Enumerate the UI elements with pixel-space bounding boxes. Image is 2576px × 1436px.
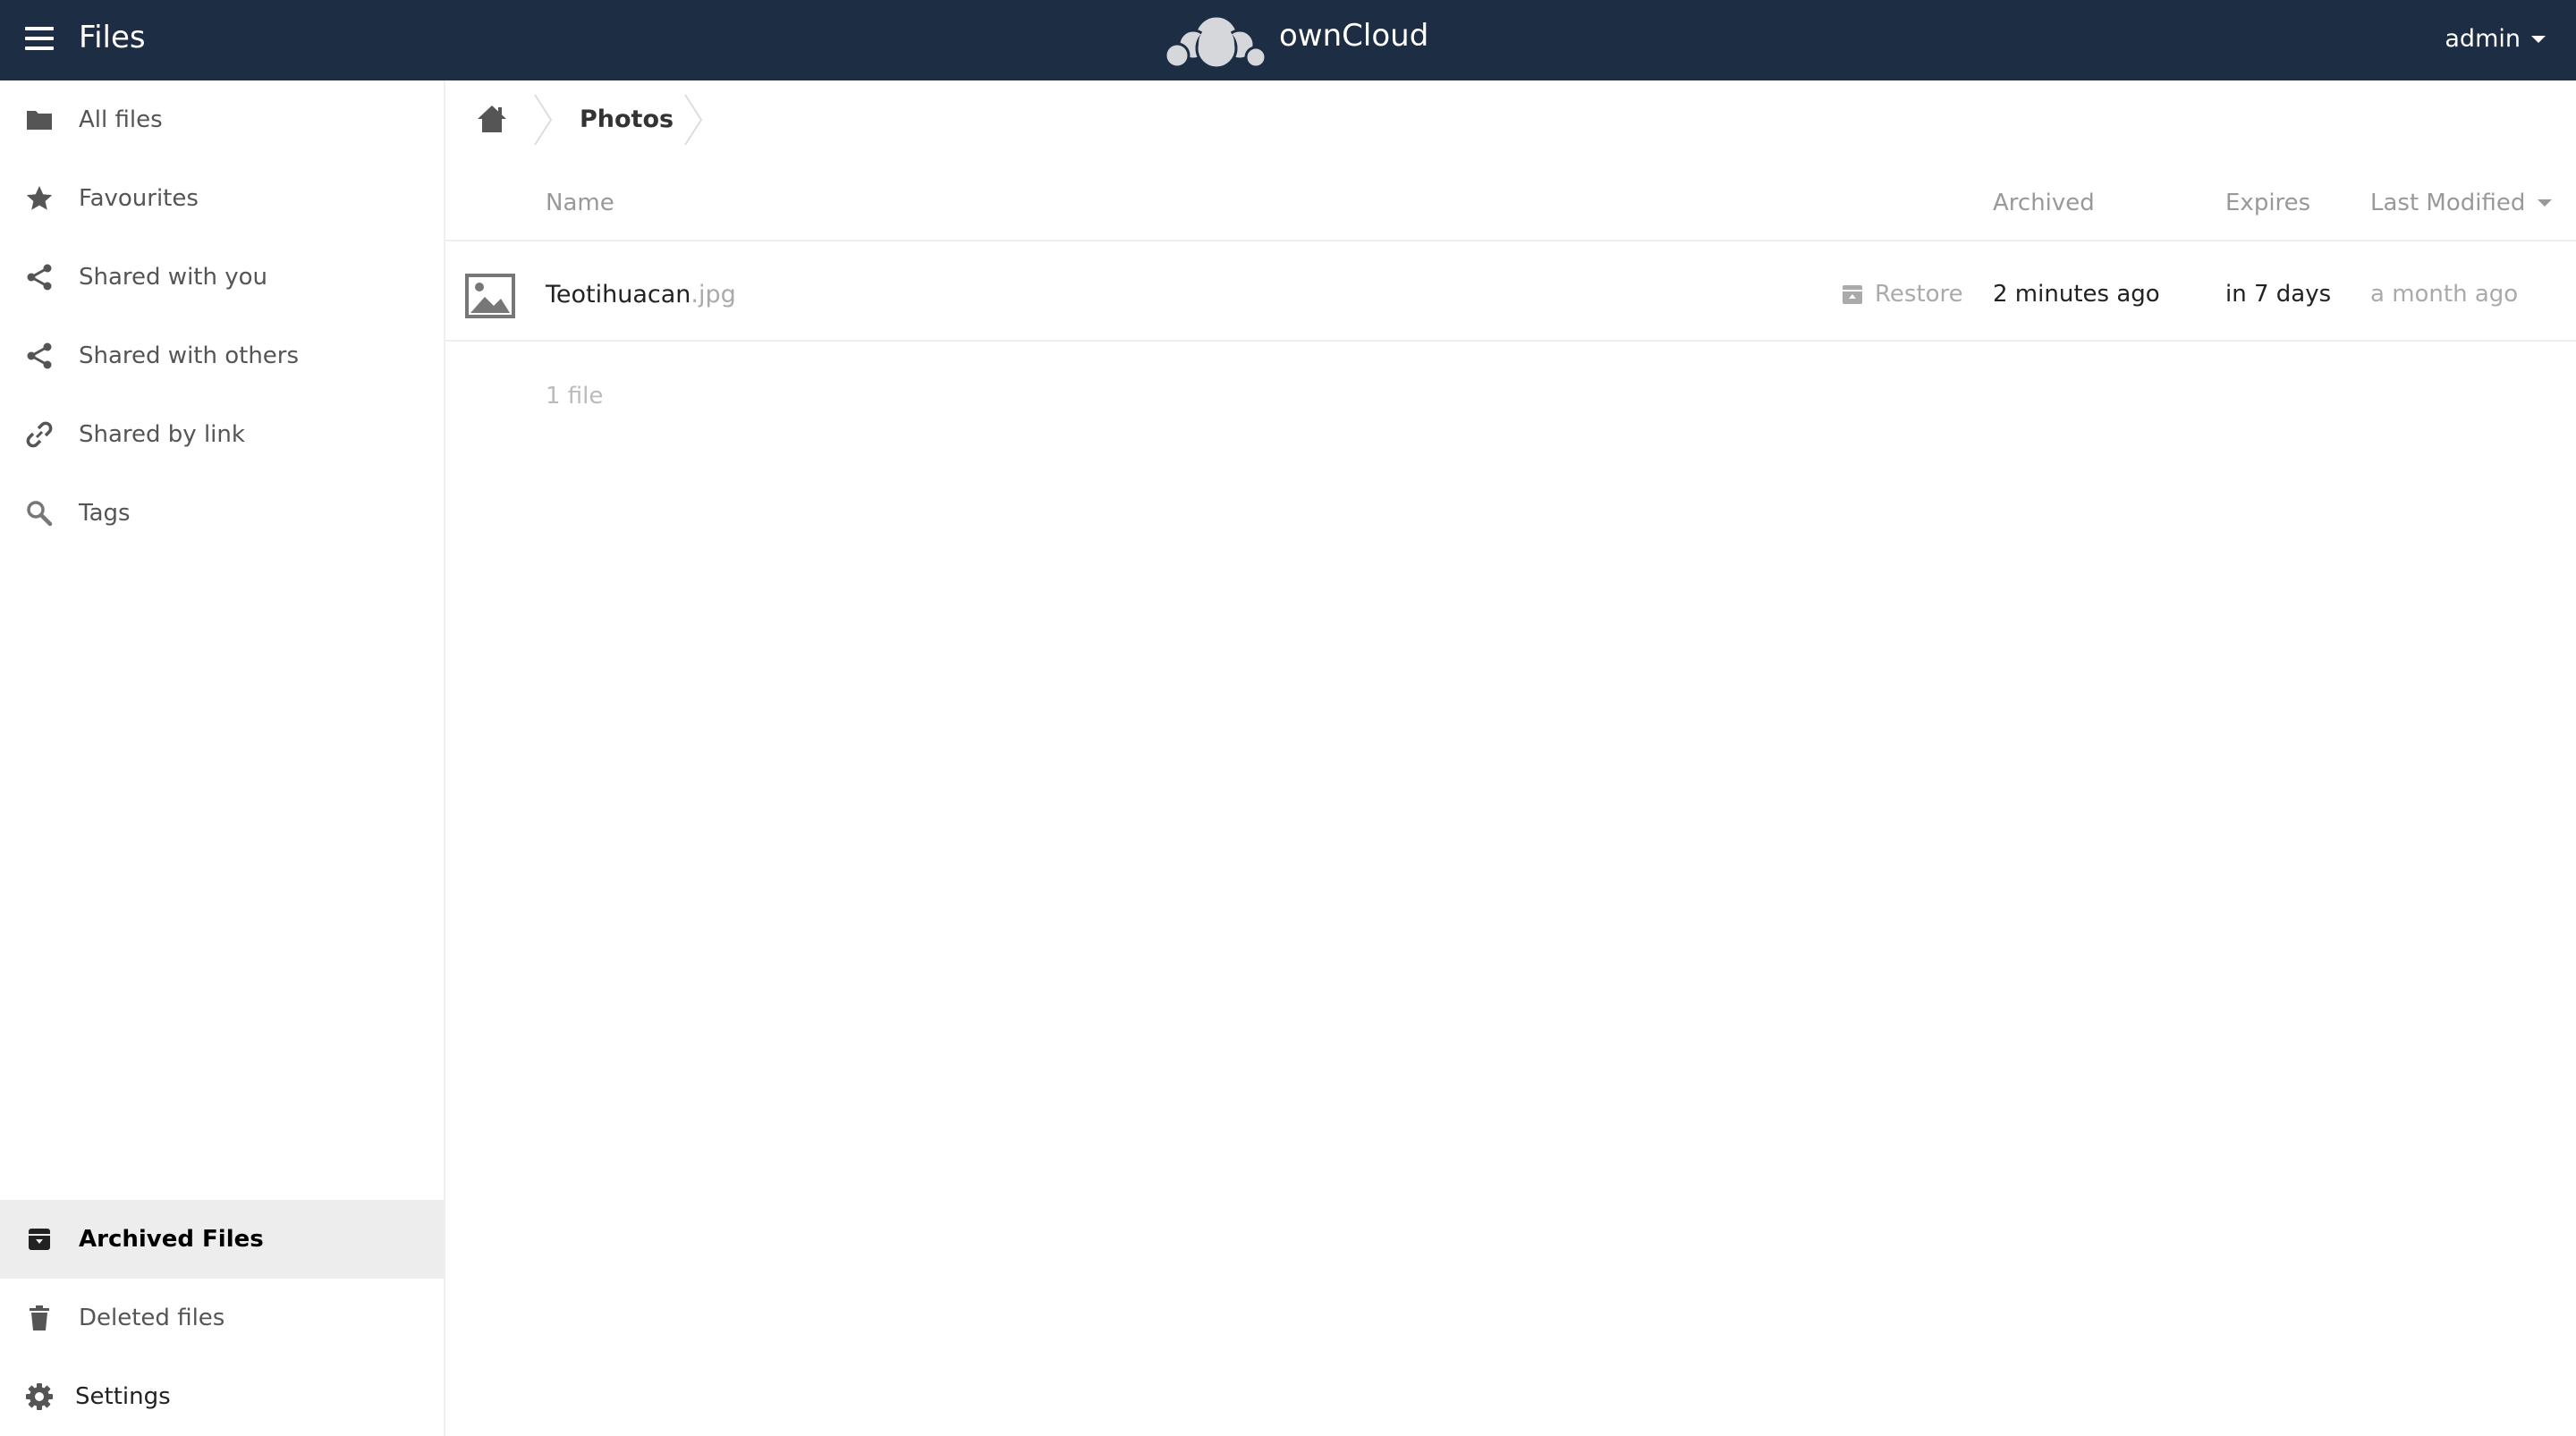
sidebar-item-deleted-files[interactable]: Deleted files xyxy=(0,1279,444,1357)
column-header-name[interactable]: Name xyxy=(546,190,614,216)
sidebar-item-shared-with-others[interactable]: Shared with others xyxy=(0,317,444,395)
owncloud-logo-icon[interactable] xyxy=(1161,7,1272,72)
sidebar: All files Favourites Shared with you Sha… xyxy=(0,80,445,1436)
breadcrumb-item-photos[interactable]: Photos xyxy=(580,106,674,133)
sidebar-item-archived-files[interactable]: Archived Files xyxy=(0,1200,444,1279)
column-header-archived[interactable]: Archived xyxy=(1993,190,2095,216)
sidebar-item-label: Settings xyxy=(75,1383,171,1410)
sidebar-item-all-files[interactable]: All files xyxy=(0,80,444,159)
sidebar-item-label: All files xyxy=(79,106,163,133)
column-header-last-modified[interactable]: Last Modified xyxy=(2370,190,2553,216)
archive-icon xyxy=(29,1229,50,1250)
breadcrumb-separator-icon xyxy=(534,94,553,146)
image-file-icon xyxy=(465,274,515,318)
expires-cell: in 7 days xyxy=(2225,281,2332,308)
brand-name: ownCloud xyxy=(1279,18,1429,54)
sidebar-item-settings[interactable]: Settings xyxy=(0,1357,444,1436)
sidebar-item-label: Shared by link xyxy=(79,421,245,448)
restore-button[interactable]: Restore xyxy=(1841,281,1963,308)
chevron-down-icon xyxy=(2531,35,2546,43)
sidebar-item-label: Favourites xyxy=(79,185,199,212)
column-header-label: Last Modified xyxy=(2370,190,2526,216)
top-header: Files ownCloud admin xyxy=(0,0,2576,80)
sidebar-item-favourites[interactable]: Favourites xyxy=(0,159,444,238)
user-menu[interactable]: admin xyxy=(2445,25,2546,53)
user-name: admin xyxy=(2445,25,2521,53)
sort-descending-icon xyxy=(2538,199,2553,207)
share-icon xyxy=(27,264,52,291)
breadcrumb-separator-icon xyxy=(684,94,703,146)
sidebar-item-label: Deleted files xyxy=(79,1305,225,1331)
app-title[interactable]: Files xyxy=(79,20,146,55)
archived-cell: 2 minutes ago xyxy=(1993,281,2160,308)
sidebar-item-label: Archived Files xyxy=(79,1226,264,1253)
restore-icon xyxy=(1843,285,1862,304)
file-extension: .jpg xyxy=(691,281,736,308)
search-icon xyxy=(27,501,53,527)
hamburger-menu-icon[interactable] xyxy=(25,27,54,54)
main-content: Photos Name Archived Expires Last Modifi… xyxy=(445,80,2576,1436)
share-icon xyxy=(27,342,52,369)
home-icon[interactable] xyxy=(476,104,508,134)
link-icon xyxy=(26,421,53,448)
sidebar-item-label: Tags xyxy=(79,500,131,527)
file-count-summary: 1 file xyxy=(546,383,604,410)
star-icon xyxy=(26,186,53,210)
file-basename: Teotihuacan xyxy=(546,281,691,308)
sidebar-item-label: Shared with others xyxy=(79,342,300,369)
restore-label: Restore xyxy=(1875,281,1963,308)
table-row[interactable]: Teotihuacan.jpg Restore 2 minutes ago in… xyxy=(445,250,2576,342)
sidebar-item-tags[interactable]: Tags xyxy=(0,474,444,553)
sidebar-item-label: Shared with you xyxy=(79,264,267,291)
column-header-expires[interactable]: Expires xyxy=(2225,190,2310,216)
folder-icon xyxy=(27,111,52,130)
gear-icon xyxy=(26,1383,53,1410)
sidebar-item-shared-with-you[interactable]: Shared with you xyxy=(0,238,444,317)
trash-icon xyxy=(30,1305,49,1330)
breadcrumb: Photos xyxy=(445,80,1161,159)
sidebar-item-shared-by-link[interactable]: Shared by link xyxy=(0,395,444,474)
last-modified-cell: a month ago xyxy=(2370,281,2519,308)
file-name[interactable]: Teotihuacan.jpg xyxy=(546,281,736,308)
